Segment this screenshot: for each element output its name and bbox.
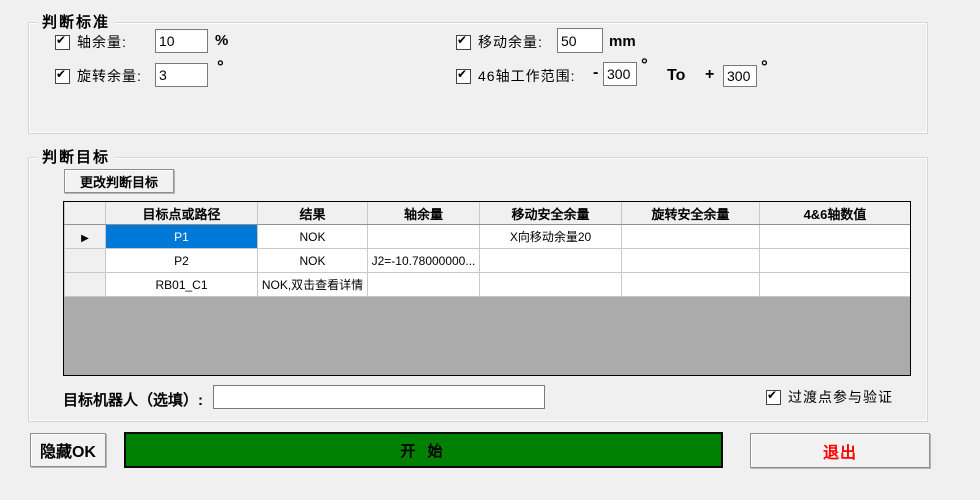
exit-button[interactable]: 退出 (750, 433, 930, 468)
start-button[interactable]: 开 始 (124, 432, 723, 468)
cell-rotation-safety[interactable] (622, 249, 760, 273)
row-selector-cell[interactable] (65, 249, 106, 273)
range-plus-sign: + (705, 66, 714, 84)
axis-margin-checkbox[interactable] (55, 35, 70, 50)
results-grid: 目标点或路径 结果 轴余量 移动安全余量 旋转安全余量 4&6轴数值 ▶ P1 … (63, 201, 911, 376)
cell-axis-margin[interactable] (368, 273, 480, 297)
range-to-label: To (667, 67, 685, 85)
cell-move-safety[interactable] (480, 273, 622, 297)
range-min-unit: ° (641, 59, 648, 71)
cell-result[interactable]: NOK (258, 249, 368, 273)
results-table: 目标点或路径 结果 轴余量 移动安全余量 旋转安全余量 4&6轴数值 ▶ P1 … (64, 202, 911, 297)
grid-header-row: 目标点或路径 结果 轴余量 移动安全余量 旋转安全余量 4&6轴数值 (65, 202, 911, 225)
cell-axis46-value[interactable] (760, 249, 911, 273)
range-max-input[interactable] (723, 65, 757, 87)
cell-rotation-safety[interactable] (622, 225, 760, 249)
table-row: P2 NOK J2=-10.78000000... (65, 249, 911, 273)
cell-result[interactable]: NOK,双击查看详情 (258, 273, 368, 297)
grid-empty-area (64, 297, 910, 375)
rotation-margin-label: 旋转余量: (77, 66, 142, 86)
col-header-move-safety[interactable]: 移动安全余量 (480, 202, 622, 225)
target-groupbox: 判断目标 更改判断目标 目标点或路径 结果 轴余量 移动安全余量 旋转安全余量 … (28, 157, 928, 422)
exit-button-label: 退出 (823, 439, 857, 463)
change-target-button[interactable]: 更改判断目标 (64, 169, 174, 193)
move-margin-label: 移动余量: (478, 32, 543, 52)
rotation-margin-unit: ° (217, 61, 224, 73)
range-min-input[interactable] (603, 62, 637, 86)
cell-target[interactable]: RB01_C1 (106, 273, 258, 297)
cell-axis46-value[interactable] (760, 273, 911, 297)
row-selector-cell[interactable] (65, 273, 106, 297)
row-selector-cell[interactable]: ▶ (65, 225, 106, 249)
cell-rotation-safety[interactable] (622, 273, 760, 297)
axis-margin-label: 轴余量: (77, 32, 127, 52)
row-selector-icon: ▶ (81, 233, 89, 244)
criteria-group-title: 判断标准 (37, 13, 115, 32)
rotation-margin-row: 旋转余量: (55, 66, 142, 86)
rotation-margin-checkbox[interactable] (55, 69, 70, 84)
target-robot-label: 目标机器人（选填）: (63, 389, 203, 410)
axis-margin-input[interactable] (155, 29, 208, 53)
cell-result[interactable]: NOK (258, 225, 368, 249)
rotation-margin-input[interactable] (155, 63, 208, 87)
cell-axis-margin[interactable]: J2=-10.78000000... (368, 249, 480, 273)
col-header-axis46-value[interactable]: 4&6轴数值 (760, 202, 911, 225)
table-row: ▶ P1 NOK X向移动余量20 (65, 225, 911, 249)
move-margin-checkbox[interactable] (456, 35, 471, 50)
criteria-groupbox: 判断标准 轴余量: % 旋转余量: ° 移动余量: mm 46轴工作范围: - … (28, 22, 928, 134)
cell-axis-margin[interactable] (368, 225, 480, 249)
col-header-axis-margin[interactable]: 轴余量 (368, 202, 480, 225)
col-header-rotation-safety[interactable]: 旋转安全余量 (622, 202, 760, 225)
col-header-result[interactable]: 结果 (258, 202, 368, 225)
grid-corner-cell[interactable] (65, 202, 106, 225)
table-row: RB01_C1 NOK,双击查看详情 (65, 273, 911, 297)
range-minus-sign: - (593, 64, 598, 82)
axis46-range-row: 46轴工作范围: (456, 66, 575, 86)
range-max-unit: ° (761, 61, 768, 73)
cell-axis46-value[interactable] (760, 225, 911, 249)
transition-point-label: 过渡点参与验证 (788, 387, 893, 407)
transition-point-checkbox[interactable] (766, 390, 781, 405)
target-robot-input[interactable] (213, 385, 545, 409)
axis46-range-checkbox[interactable] (456, 69, 471, 84)
target-group-title: 判断目标 (37, 148, 115, 167)
cell-move-safety[interactable]: X向移动余量20 (480, 225, 622, 249)
cell-target[interactable]: P2 (106, 249, 258, 273)
col-header-target[interactable]: 目标点或路径 (106, 202, 258, 225)
hide-ok-button[interactable]: 隐藏OK (30, 433, 106, 467)
cell-target[interactable]: P1 (106, 225, 258, 249)
axis-margin-row: 轴余量: (55, 32, 127, 52)
cell-move-safety[interactable] (480, 249, 622, 273)
move-margin-unit: mm (609, 33, 636, 50)
move-margin-row: 移动余量: (456, 32, 543, 52)
move-margin-input[interactable] (557, 28, 603, 53)
transition-point-row: 过渡点参与验证 (766, 387, 893, 407)
axis-margin-unit: % (215, 32, 228, 49)
axis46-range-label: 46轴工作范围: (478, 66, 575, 86)
